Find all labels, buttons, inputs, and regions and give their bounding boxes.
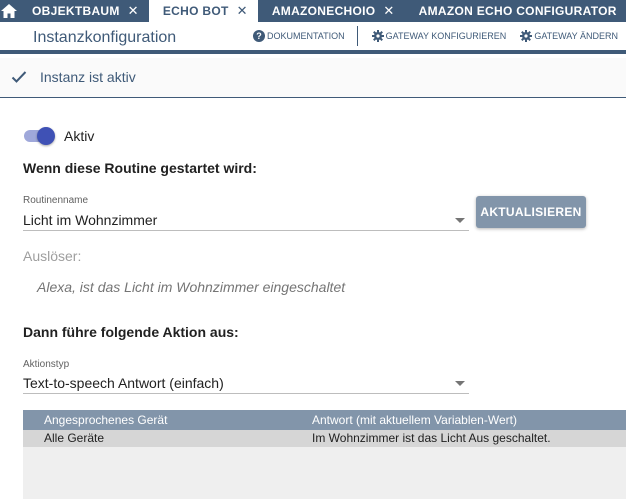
routine-name-value: Licht im Wohnzimmer [23,212,158,228]
trigger-label: Auslöser: [23,248,82,264]
dropdown-arrow-icon [455,218,465,223]
configure-gateway-button[interactable]: GATEWAY KONFIGURIEREN [371,30,507,42]
change-gateway-label: GATEWAY ÄNDERN [534,31,618,41]
refresh-button[interactable]: AKTUALISIEREN [476,196,586,228]
table-header: Angesprochenes Gerät Antwort (mit aktuel… [23,410,626,430]
close-icon[interactable]: ✕ [383,3,394,19]
page-header: Instanzkonfiguration ? DOKUMENTATION GAT… [0,22,626,54]
action-heading: Dann führe folgende Aktion aus: [23,324,239,340]
trigger-phrase: Alexa, ist das Licht im Wohnzimmer einge… [37,279,346,295]
home-tab[interactable] [0,0,18,22]
tab-bar: OBJEKTBAUM ✕ ECHO BOT ✕ AMAZONECHOIO ✕ A… [0,0,626,22]
header-divider [356,26,358,46]
tab-label: ECHO BOT [162,4,229,18]
home-icon [1,4,17,18]
routine-name-select[interactable]: Licht im Wohnzimmer [23,209,469,231]
svg-text:?: ? [256,31,262,41]
active-toggle-label: Aktiv [64,128,95,144]
active-toggle[interactable] [24,127,56,145]
tab-echo-bot[interactable]: ECHO BOT ✕ [148,0,258,22]
instance-status-bar: Instanz ist aktiv [0,58,626,98]
tab-label: AMAZONECHOIO [271,4,376,18]
tab-amazon-echo-configurator[interactable]: AMAZON ECHO CONFIGURATOR ✕ [405,0,626,22]
column-header-device: Angesprochenes Gerät [44,413,168,427]
tab-objektbaum[interactable]: OBJEKTBAUM ✕ [18,0,149,22]
documentation-label: DOKUMENTATION [266,31,345,41]
tab-amazonechoio[interactable]: AMAZONECHOIO ✕ [258,0,405,22]
tab-label: OBJEKTBAUM [32,4,120,18]
device-response-table: Angesprochenes Gerät Antwort (mit aktuel… [23,410,626,499]
dropdown-arrow-icon [455,381,465,386]
change-gateway-button[interactable]: GATEWAY ÄNDERN [520,30,618,42]
cell-response: Im Wohnzimmer ist das Licht Aus geschalt… [312,431,551,445]
action-type-value: Text-to-speech Antwort (einfach) [23,375,224,391]
toggle-thumb [37,127,55,145]
routine-heading: Wenn diese Routine gestartet wird: [23,160,257,176]
routine-name-label: Routinenname [23,195,89,206]
instance-status-text: Instanz ist aktiv [40,69,136,85]
header-actions: ? DOKUMENTATION GATEWAY KONFIGURIEREN GA… [239,22,618,50]
tab-label: AMAZON ECHO CONFIGURATOR [418,4,617,18]
table-row[interactable]: Alle Geräte Im Wohnzimmer ist das Licht … [23,430,626,447]
action-type-select[interactable]: Text-to-speech Antwort (einfach) [23,372,469,394]
column-header-response: Antwort (mit aktuellem Variablen-Wert) [312,413,517,427]
page-title: Instanzkonfiguration [33,29,177,46]
gear-icon [520,30,533,42]
configure-gateway-label: GATEWAY KONFIGURIEREN [385,31,507,41]
documentation-button[interactable]: ? DOKUMENTATION [252,30,345,42]
check-icon [11,71,27,83]
close-icon[interactable]: ✕ [237,3,248,19]
cell-device: Alle Geräte [44,431,105,445]
action-type-label: Aktionstyp [23,359,70,370]
close-icon[interactable]: ✕ [128,3,139,19]
help-icon: ? [252,30,265,42]
gear-icon [371,30,384,42]
